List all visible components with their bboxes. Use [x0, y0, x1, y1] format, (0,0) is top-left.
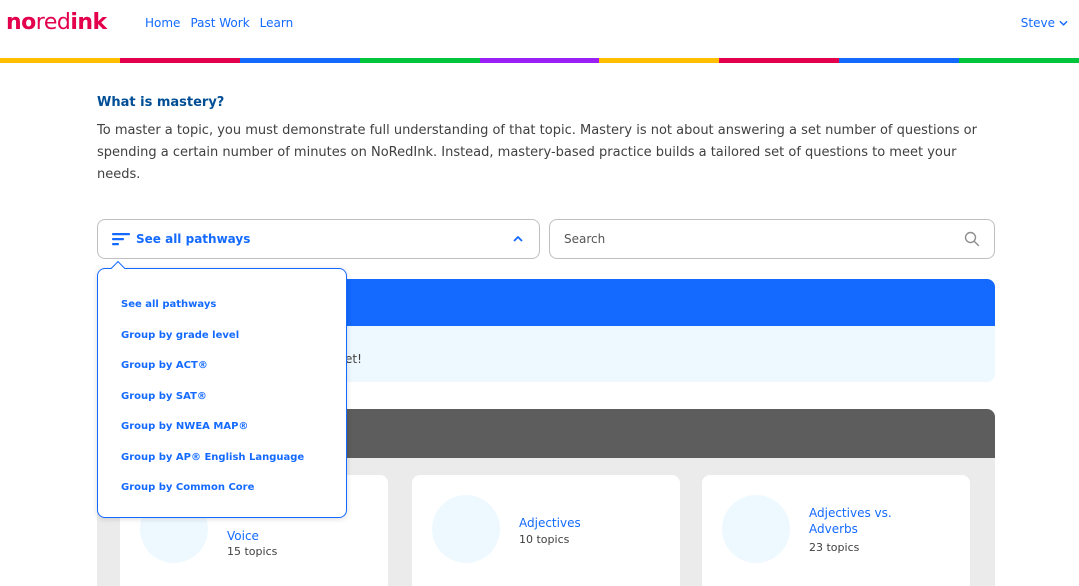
card-title: Adjectives vs. Adverbs: [809, 506, 892, 536]
rainbow-segment: [0, 58, 120, 63]
rainbow-segment: [599, 58, 720, 63]
logo-part-ink: ink: [70, 10, 107, 35]
pathway-card[interactable]: Adjectives 10 topics: [412, 475, 680, 586]
card-topic-count: 23 topics: [809, 541, 860, 554]
main-nav: Home Past Work Learn: [145, 16, 293, 30]
top-header: noredink Home Past Work Learn Steve: [0, 0, 1079, 58]
rainbow-divider: [0, 58, 1079, 63]
search-input[interactable]: [564, 232, 944, 246]
logo-part-red: red: [35, 10, 71, 35]
search-box: [549, 219, 995, 259]
filter-icon: [112, 233, 130, 246]
option-group-by-act[interactable]: Group by ACT®: [121, 358, 304, 389]
filter-selected-label: See all pathways: [136, 232, 251, 246]
nav-past-work-link[interactable]: Past Work: [190, 16, 249, 30]
rainbow-segment: [719, 58, 840, 63]
chevron-down-icon: [1059, 20, 1068, 26]
rainbow-segment: [959, 58, 1079, 63]
card-title: Adjectives: [519, 516, 581, 530]
banner-message: et!: [345, 352, 362, 366]
mastery-heading: What is mastery?: [97, 95, 225, 110]
option-group-by-grade-level[interactable]: Group by grade level: [121, 328, 304, 359]
pathway-options-list: See all pathways Group by grade level Gr…: [121, 297, 304, 511]
rainbow-segment: [359, 58, 480, 63]
card-title: Voice: [227, 529, 259, 543]
dropdown-caret: [110, 260, 126, 276]
nav-learn-link[interactable]: Learn: [260, 16, 294, 30]
rainbow-segment: [119, 58, 240, 63]
option-group-by-common-core[interactable]: Group by Common Core: [121, 480, 304, 511]
user-menu[interactable]: Steve: [1021, 16, 1068, 30]
option-group-by-ap-english[interactable]: Group by AP® English Language: [121, 450, 304, 481]
option-group-by-sat[interactable]: Group by SAT®: [121, 389, 304, 420]
pathway-dropdown-menu: See all pathways Group by grade level Gr…: [97, 260, 347, 518]
card-illustration: [432, 495, 500, 563]
rainbow-segment: [239, 58, 360, 63]
card-topic-count: 15 topics: [227, 545, 278, 558]
card-illustration: [722, 495, 790, 563]
option-see-all-pathways[interactable]: See all pathways: [121, 297, 304, 328]
rainbow-segment: [479, 58, 600, 63]
user-name: Steve: [1020, 16, 1055, 30]
chevron-up-icon: [513, 236, 523, 242]
card-topic-count: 10 topics: [519, 533, 570, 546]
search-icon[interactable]: [964, 231, 980, 247]
pathway-card[interactable]: Adjectives vs. Adverbs 23 topics: [702, 475, 970, 586]
mastery-description: To master a topic, you must demonstrate …: [97, 123, 977, 182]
nav-home-link[interactable]: Home: [145, 16, 180, 30]
pathway-filter-select[interactable]: See all pathways: [97, 219, 540, 259]
rainbow-segment: [839, 58, 960, 63]
option-group-by-nwea-map[interactable]: Group by NWEA MAP®: [121, 419, 304, 450]
noredink-logo[interactable]: noredink: [6, 10, 107, 35]
logo-part-no: no: [6, 10, 36, 35]
